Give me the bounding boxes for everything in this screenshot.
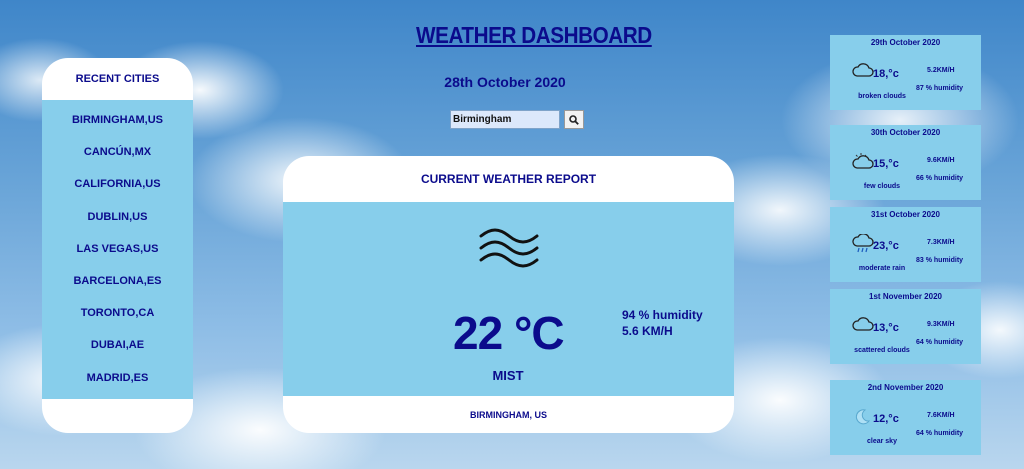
mist-icon (479, 228, 539, 268)
forecast-card: 29th October 2020 18,°c broken clouds 5.… (830, 35, 981, 110)
forecast-temperature: 12,°c (873, 413, 899, 425)
search-icon (569, 114, 579, 125)
forecast-date: 30th October 2020 (870, 128, 941, 137)
current-humidity: 94 % humidity (622, 308, 703, 322)
recent-city-item[interactable]: DUBLIN,US (42, 201, 193, 233)
forecast-date: 1st November 2020 (869, 292, 942, 301)
forecast-date: 31st October 2020 (871, 210, 940, 219)
recent-city-item[interactable]: CALIFORNIA,US (42, 168, 193, 200)
current-temperature: 22 °C (453, 307, 565, 359)
forecast-humidity: 64 % humidity (916, 430, 964, 437)
scattered-clouds-icon (852, 317, 874, 331)
forecast-humidity: 87 % humidity (916, 85, 964, 92)
recent-city-item[interactable]: MADRID,ES (42, 362, 193, 394)
current-weather-panel: CURRENT WEATHER REPORT 22 °C MIST 94 % h… (283, 156, 734, 433)
forecast-card: 2nd November 2020 12,°c clear sky 7.6KM/… (830, 380, 981, 455)
recent-city-item[interactable]: BIRMINGHAM,US (42, 104, 193, 136)
city-search-input[interactable] (450, 110, 560, 129)
forecast-description: broken clouds (858, 93, 906, 100)
forecast-description: moderate rain (858, 265, 906, 272)
forecast-description: scattered clouds (854, 347, 910, 354)
recent-cities-list: BIRMINGHAM,US CANCÚN,MX CALIFORNIA,US DU… (42, 100, 193, 399)
forecast-humidity: 83 % humidity (916, 257, 964, 264)
current-wind-speed: 5.6 KM/H (622, 324, 673, 338)
page-title: WEATHER DASHBOARD (416, 22, 652, 48)
broken-clouds-icon (852, 63, 874, 77)
recent-city-item[interactable]: CANCÚN,MX (42, 136, 193, 168)
recent-city-item[interactable]: BARCELONA,ES (42, 265, 193, 297)
forecast-wind: 9.3KM/H (927, 321, 955, 328)
forecast-card: 1st November 2020 13,°c scattered clouds… (830, 289, 981, 364)
forecast-card: 30th October 2020 15,°c few clouds 9.6KM… (830, 125, 981, 200)
search-bar (450, 110, 584, 129)
current-description: MIST (492, 368, 524, 383)
current-weather-heading: CURRENT WEATHER REPORT (420, 172, 597, 186)
recent-city-item[interactable]: TORONTO,CA (42, 297, 193, 329)
forecast-wind: 7.3KM/H (927, 239, 955, 246)
forecast-wind: 5.2KM/H (927, 67, 955, 74)
forecast-card: 31st October 2020 23,°c moderate rain 7.… (830, 207, 981, 282)
recent-cities-panel: RECENT CITIES BIRMINGHAM,US CANCÚN,MX CA… (42, 58, 193, 433)
moderate-rain-icon (852, 234, 874, 253)
recent-cities-heading: RECENT CITIES (75, 73, 160, 85)
forecast-date: 2nd November 2020 (867, 383, 944, 392)
forecast-description: clear sky (867, 438, 897, 445)
forecast-humidity: 66 % humidity (916, 175, 964, 182)
forecast-temperature: 18,°c (873, 68, 899, 80)
current-date: 28th October 2020 (444, 74, 566, 90)
forecast-wind: 7.6KM/H (927, 412, 955, 419)
recent-city-item[interactable]: LAS VEGAS,US (42, 233, 193, 265)
forecast-temperature: 23,°c (873, 240, 899, 252)
forecast-temperature: 15,°c (873, 158, 899, 170)
forecast-humidity: 64 % humidity (916, 339, 964, 346)
current-weather-body: 22 °C MIST 94 % humidity 5.6 KM/H (283, 202, 734, 396)
few-clouds-icon (852, 153, 874, 169)
forecast-wind: 9.6KM/H (927, 157, 955, 164)
forecast-date: 29th October 2020 (870, 38, 941, 47)
current-location: BIRMINGHAM, US (470, 409, 547, 420)
forecast-temperature: 13,°c (873, 322, 899, 334)
search-button[interactable] (564, 110, 584, 129)
clear-sky-icon (855, 409, 871, 425)
recent-city-item[interactable]: DUBAI,AE (42, 329, 193, 361)
forecast-description: few clouds (863, 183, 901, 190)
